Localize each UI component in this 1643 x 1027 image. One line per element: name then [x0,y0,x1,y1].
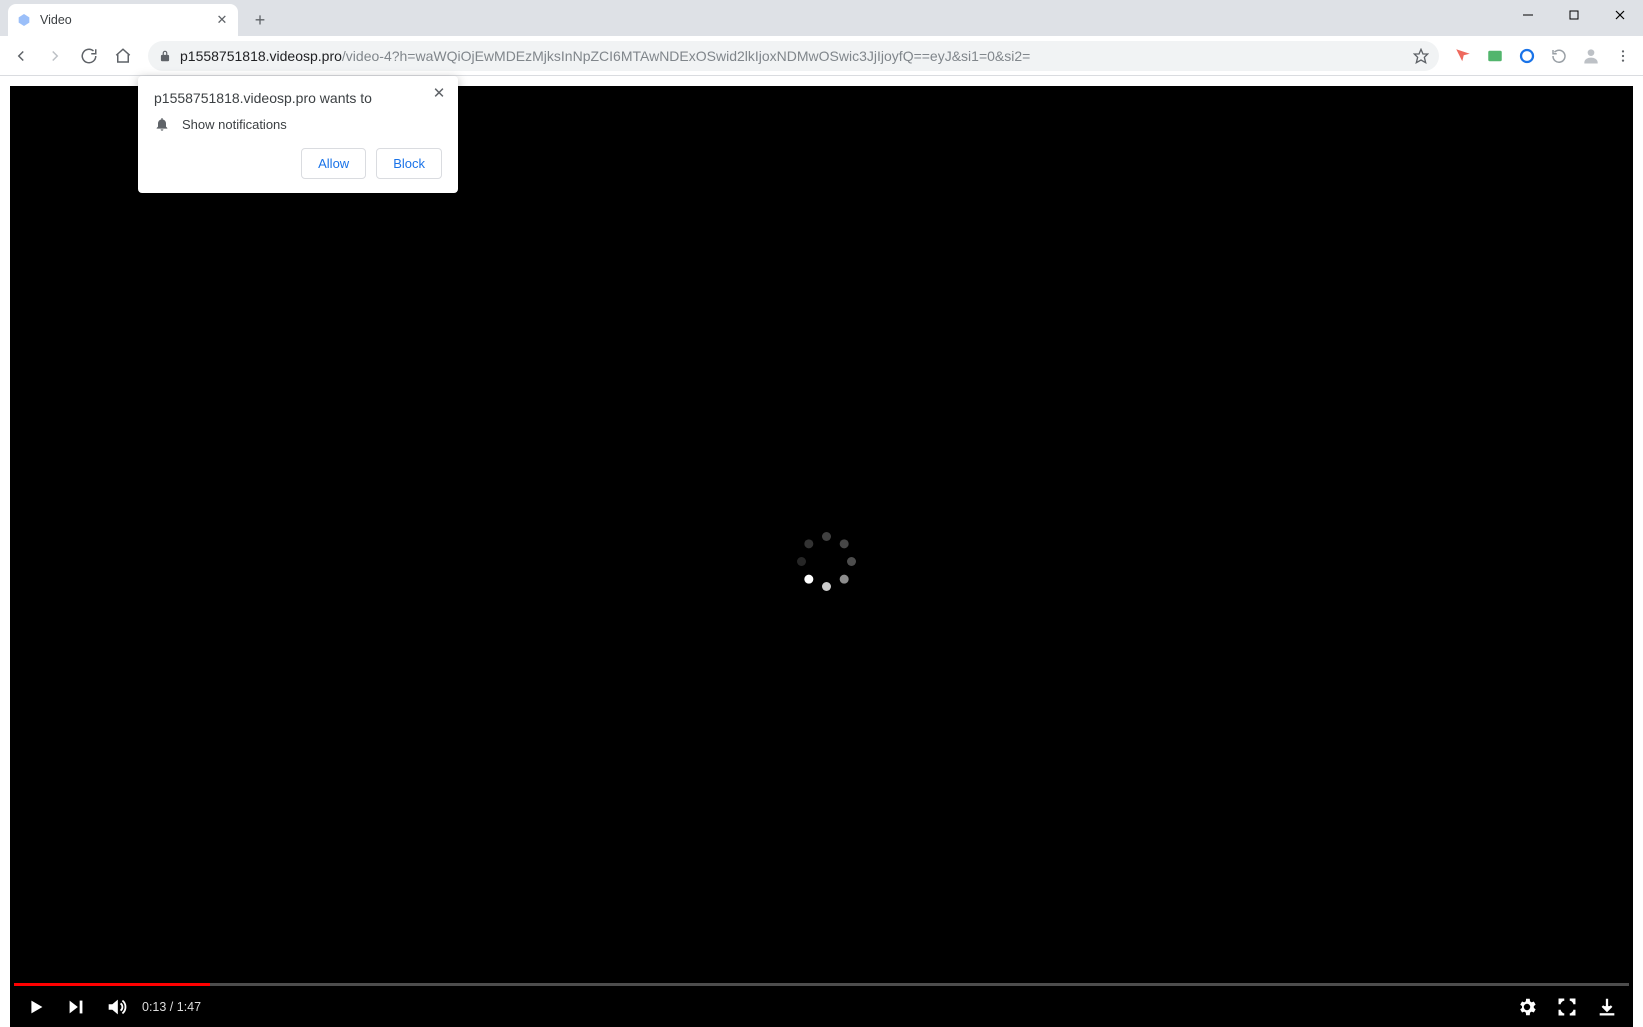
bookmark-star-icon[interactable] [1413,48,1429,64]
extension-icon-4[interactable] [1545,42,1573,70]
url-path: /video-4?h=waWQiOjEwMDEzMjksInNpZCI6MTAw… [342,48,1030,64]
lock-icon [158,49,172,63]
next-button[interactable] [56,987,96,1027]
tab-title: Video [40,13,214,27]
nav-back-button[interactable] [6,41,36,71]
video-controls: 0:13 / 1:47 [10,983,1633,1027]
tab-close-icon[interactable]: ✕ [214,12,230,28]
video-player[interactable] [10,86,1633,1027]
permission-origin-text: p1558751818.videosp.pro wants to [154,90,442,106]
tab-favicon-icon [16,12,32,28]
kebab-menu-icon[interactable] [1609,42,1637,70]
window-minimize-button[interactable] [1505,0,1551,30]
download-button[interactable] [1587,987,1627,1027]
permission-item-label: Show notifications [182,117,287,132]
browser-titlebar: Video ✕ + [0,0,1643,36]
profile-avatar-icon[interactable] [1577,42,1605,70]
notification-permission-prompt: ✕ p1558751818.videosp.pro wants to Show … [138,76,458,193]
url-host: p1558751818.videosp.pro [180,48,342,64]
nav-home-button[interactable] [108,41,138,71]
loading-spinner-icon [792,527,852,587]
window-controls [1505,0,1643,36]
extension-icon-3[interactable] [1513,42,1541,70]
bell-icon [154,116,170,132]
progress-fill [14,983,210,986]
extension-icon-2[interactable] [1481,42,1509,70]
close-icon[interactable]: ✕ [430,84,448,102]
permission-item-row: Show notifications [154,116,442,132]
extension-icon-1[interactable] [1449,42,1477,70]
browser-tab[interactable]: Video ✕ [8,4,238,36]
address-bar[interactable]: p1558751818.videosp.pro/video-4?h=waWQiO… [148,41,1439,71]
fullscreen-button[interactable] [1547,987,1587,1027]
allow-button[interactable]: Allow [301,148,366,179]
browser-toolbar: p1558751818.videosp.pro/video-4?h=waWQiO… [0,36,1643,76]
time-display: 0:13 / 1:47 [142,1000,201,1014]
window-close-button[interactable] [1597,0,1643,30]
page-content: ✕ p1558751818.videosp.pro wants to Show … [0,76,1643,1027]
window-maximize-button[interactable] [1551,0,1597,30]
nav-forward-button[interactable] [40,41,70,71]
play-button[interactable] [16,987,56,1027]
volume-button[interactable] [96,987,136,1027]
block-button[interactable]: Block [376,148,442,179]
nav-reload-button[interactable] [74,41,104,71]
progress-bar[interactable] [14,983,1629,986]
new-tab-button[interactable]: + [246,6,274,34]
settings-button[interactable] [1507,987,1547,1027]
